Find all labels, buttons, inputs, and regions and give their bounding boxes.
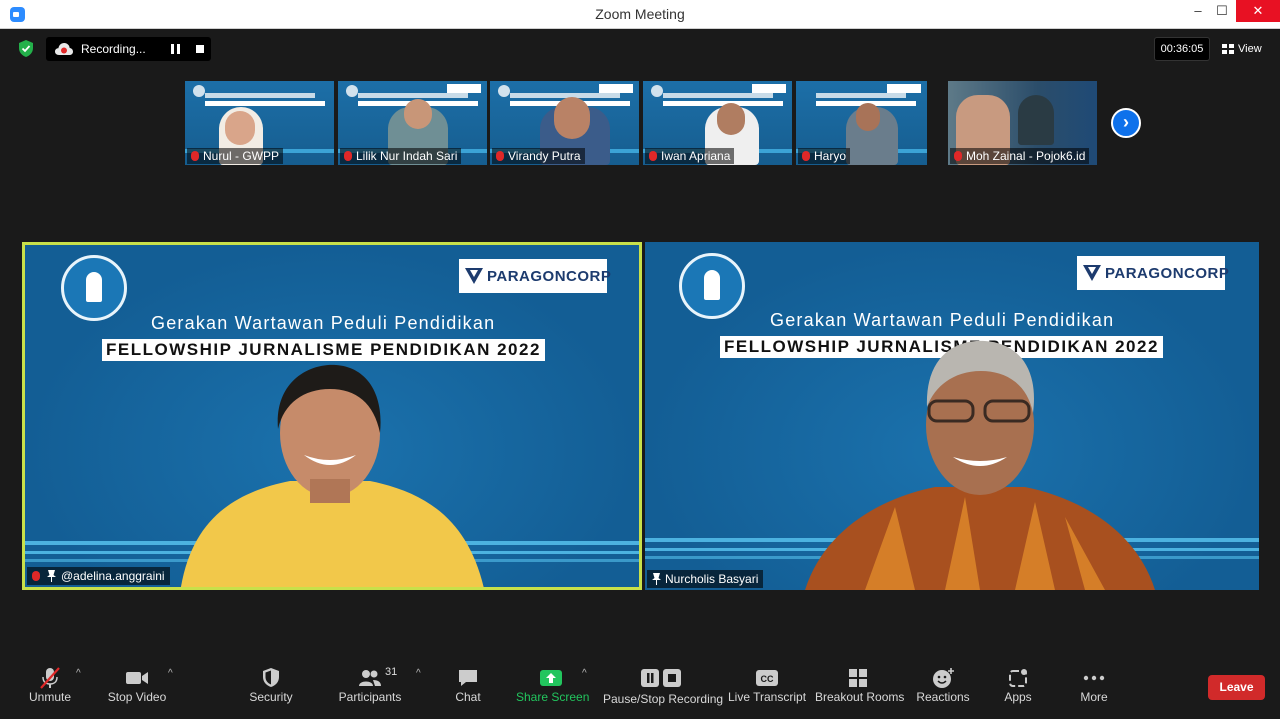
chat-bubble-icon xyxy=(459,670,477,686)
chat-button[interactable]: Chat xyxy=(448,660,488,719)
paragoncorp-logo: PARAGONCORP xyxy=(1077,256,1229,290)
participant-count: 31 xyxy=(385,666,398,678)
paragon-logo-icon xyxy=(465,268,483,284)
pause-stop-icon xyxy=(641,669,681,687)
gwpp-logo-icon xyxy=(61,255,127,321)
share-options-caret[interactable]: ^ xyxy=(582,668,587,679)
participant-video xyxy=(805,340,1155,590)
participant-thumbnail[interactable]: Haryo xyxy=(796,81,927,165)
participant-thumbnail[interactable]: Virandy Putra xyxy=(490,81,639,165)
unmute-button[interactable]: Unmute xyxy=(20,660,80,719)
participants-icon xyxy=(359,670,381,686)
participant-name: Haryo xyxy=(798,148,851,164)
view-label: View xyxy=(1238,43,1262,55)
breakout-rooms-icon xyxy=(849,669,867,687)
participants-options-caret[interactable]: ^ xyxy=(416,668,421,679)
stop-video-button[interactable]: Stop Video xyxy=(104,660,170,719)
closed-caption-icon: CC xyxy=(756,670,778,686)
gwpp-logo-icon xyxy=(679,253,745,319)
cloud-recording-icon xyxy=(55,43,73,55)
audio-options-caret[interactable]: ^ xyxy=(76,668,81,679)
participant-video xyxy=(181,364,484,587)
next-page-button[interactable]: › xyxy=(1111,108,1141,138)
pin-icon xyxy=(47,570,56,582)
video-tile-active-speaker[interactable]: PARAGONCORP Gerakan Wartawan Peduli Pend… xyxy=(22,242,642,590)
participant-thumbnail[interactable]: Iwan Apriana xyxy=(643,81,792,165)
apps-icon xyxy=(1009,669,1027,687)
smiley-reaction-icon xyxy=(933,668,954,688)
muted-mic-icon xyxy=(32,571,40,581)
close-button[interactable]: ✕ xyxy=(1236,0,1280,22)
security-button[interactable]: Security xyxy=(241,660,301,719)
headline: Gerakan Wartawan Peduli Pendidikan xyxy=(151,313,496,333)
breakout-rooms-button[interactable]: Breakout Rooms xyxy=(815,660,904,719)
participant-name: Iwan Apriana xyxy=(645,148,735,164)
headline: Gerakan Wartawan Peduli Pendidikan xyxy=(770,310,1115,330)
leave-meeting-button[interactable]: Leave xyxy=(1208,675,1265,700)
svg-text:CC: CC xyxy=(761,674,774,684)
participant-thumbnail[interactable]: Lilik Nur Indah Sari xyxy=(338,81,487,165)
view-button[interactable]: View xyxy=(1216,37,1270,61)
share-screen-icon xyxy=(540,670,562,686)
pause-stop-recording-button[interactable]: Pause/Stop Recording xyxy=(603,660,723,719)
meeting-timer: 00:36:05 xyxy=(1154,37,1210,61)
participant-name-tag: @adelina.anggraini xyxy=(27,567,170,585)
participant-name-tag: Nurcholis Basyari xyxy=(647,570,764,588)
video-camera-icon xyxy=(126,672,148,684)
meeting-stage: Recording... 00:36:05 View Nurul - GWPP … xyxy=(0,29,1280,719)
participant-name: Nurul - GWPP xyxy=(187,148,284,164)
participant-name: Lilik Nur Indah Sari xyxy=(340,148,462,164)
meeting-toolbar: Unmute ^ Stop Video ^ Security Participa… xyxy=(0,660,1280,719)
share-screen-button[interactable]: Share Screen xyxy=(516,660,589,719)
reactions-button[interactable]: Reactions xyxy=(915,660,971,719)
recording-label: Recording... xyxy=(81,42,146,56)
stop-recording-icon[interactable] xyxy=(196,45,204,53)
pin-icon xyxy=(652,573,661,585)
more-button[interactable]: More xyxy=(1074,660,1114,719)
participant-name: Moh Zainal - Pojok6.id xyxy=(950,148,1090,164)
muted-microphone-icon xyxy=(40,667,60,689)
window-titlebar: Zoom Meeting – ☐ ✕ xyxy=(0,0,1280,29)
security-shield-icon xyxy=(263,668,279,687)
paragon-logo-icon xyxy=(1083,265,1101,281)
participant-name: Virandy Putra xyxy=(492,148,585,164)
participant-thumbnail[interactable]: Moh Zainal - Pojok6.id xyxy=(948,81,1097,165)
more-dots-icon xyxy=(1083,675,1105,681)
recording-indicator: Recording... xyxy=(46,37,211,61)
video-tile[interactable]: PARAGONCORP Gerakan Wartawan Peduli Pend… xyxy=(645,242,1259,590)
live-transcript-button[interactable]: CC Live Transcript xyxy=(728,660,806,719)
grid-view-icon xyxy=(1222,44,1234,54)
pause-recording-icon[interactable] xyxy=(170,44,182,54)
paragoncorp-logo: PARAGONCORP xyxy=(459,259,611,293)
window-title: Zoom Meeting xyxy=(595,6,685,22)
video-options-caret[interactable]: ^ xyxy=(168,668,173,679)
apps-button[interactable]: Apps xyxy=(1000,660,1036,719)
participant-thumbnail[interactable]: Nurul - GWPP xyxy=(185,81,334,165)
encryption-shield-icon[interactable] xyxy=(18,40,34,57)
subline: FELLOWSHIP JURNALISME PENDIDIKAN 2022 xyxy=(102,339,545,361)
